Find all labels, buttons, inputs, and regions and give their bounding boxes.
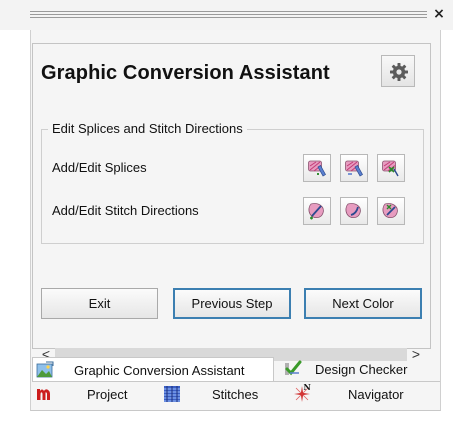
tab-stitches-label: Stitches <box>212 387 259 402</box>
stitch-direction-add-icon <box>308 203 324 220</box>
splice-add-icon <box>308 160 326 177</box>
tab-design-checker[interactable]: Design Checker <box>280 357 440 381</box>
splice-delete-icon <box>382 160 399 177</box>
edit-stitch-direction-button[interactable] <box>340 197 368 225</box>
docking-frame: Graphic Conversion Assistant Edit Splice… <box>30 30 441 411</box>
stitch-direction-delete-icon <box>382 203 398 219</box>
delete-splice-button[interactable] <box>377 154 405 182</box>
close-button[interactable]: × <box>431 5 447 23</box>
design-checker-icon <box>285 360 302 376</box>
previous-step-button[interactable]: Previous Step <box>173 288 291 319</box>
stitches-icon <box>164 386 180 402</box>
add-stitch-direction-button[interactable] <box>303 197 331 225</box>
exit-button[interactable]: Exit <box>41 288 158 319</box>
delete-stitch-direction-button[interactable] <box>377 197 405 225</box>
project-logo-icon <box>37 389 50 400</box>
tab-navigator[interactable]: N Navigator <box>288 382 440 406</box>
tab-stitches[interactable]: Stitches <box>160 382 288 406</box>
tab-design-checker-label: Design Checker <box>315 362 408 377</box>
tab-project[interactable]: Project <box>32 382 160 406</box>
title-bar[interactable]: × <box>0 0 453 30</box>
page-title: Graphic Conversion Assistant <box>41 62 330 84</box>
tab-navigator-label: Navigator <box>348 387 404 402</box>
tab-row-top: Graphic Conversion Assistant Design Chec… <box>32 357 440 381</box>
add-edit-stitch-directions-label: Add/Edit Stitch Directions <box>52 203 199 218</box>
group-legend: Edit Splices and Stitch Directions <box>48 121 247 136</box>
svg-text:N: N <box>304 383 311 392</box>
navigator-compass-icon: N <box>294 383 311 402</box>
tab-graphic-conversion-assistant[interactable]: Graphic Conversion Assistant <box>32 357 274 381</box>
assistant-panel: Graphic Conversion Assistant Edit Splice… <box>32 43 431 362</box>
drag-grip[interactable] <box>30 11 427 18</box>
gear-icon <box>390 63 408 81</box>
tab-graphic-conversion-assistant-label: Graphic Conversion Assistant <box>74 363 245 378</box>
tab-project-label: Project <box>87 387 128 402</box>
image-icon <box>36 361 54 378</box>
settings-button[interactable] <box>381 55 415 87</box>
splices-group: Edit Splices and Stitch Directions Add/E… <box>41 121 424 244</box>
splice-edit-icon <box>345 160 363 177</box>
tab-row-bottom: Project Stitches N Navigator <box>32 381 440 405</box>
stitch-direction-edit-icon <box>345 203 361 219</box>
add-splice-button[interactable] <box>303 154 331 182</box>
next-color-button[interactable]: Next Color <box>304 288 422 319</box>
add-edit-splices-label: Add/Edit Splices <box>52 160 147 175</box>
edit-splice-button[interactable] <box>340 154 368 182</box>
